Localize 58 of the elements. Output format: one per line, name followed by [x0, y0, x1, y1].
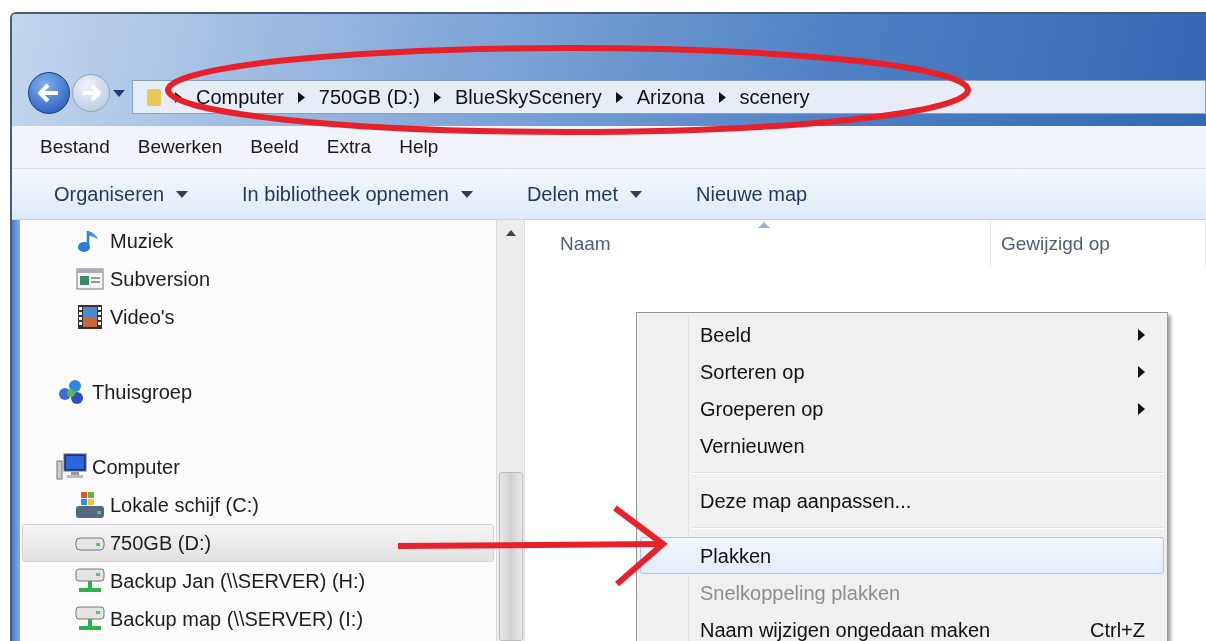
breadcrumb[interactable]: 750GB (D:) — [318, 82, 420, 112]
column-header[interactable]: Naam — [525, 220, 991, 268]
hard-drive-icon — [75, 535, 105, 551]
folder-icon — [147, 86, 161, 108]
submenu-arrow-icon — [1138, 402, 1145, 415]
context-menu-item[interactable]: Beeld — [640, 316, 1164, 353]
navigation-item[interactable]: 750GB (D:) — [22, 524, 494, 562]
context-menu-item[interactable]: Groeperen op — [640, 390, 1164, 427]
breadcrumb-arrow-icon — [297, 91, 305, 103]
scroll-up-arrow-icon — [505, 230, 516, 236]
computer-icon — [56, 453, 88, 481]
breadcrumb-arrow-icon — [615, 91, 623, 103]
menu-bar-item[interactable]: Bestand — [40, 132, 110, 162]
submenu-arrow-icon — [1138, 328, 1145, 341]
toolbar-button[interactable]: Organiseren — [54, 179, 189, 209]
breadcrumb[interactable]: scenery — [739, 82, 810, 112]
drive-with-windows-logo-icon — [75, 491, 105, 519]
toolbar-button[interactable]: Delen met — [526, 179, 643, 209]
toolbar-button[interactable]: Nieuwe map — [696, 179, 808, 209]
breadcrumb[interactable]: Arizona — [636, 82, 705, 112]
context-menu-item[interactable]: Deze map aanpassen... — [640, 482, 1164, 519]
submenu-arrow-icon — [1138, 365, 1145, 378]
film-strip-icon — [77, 304, 103, 330]
back-button[interactable] — [28, 72, 70, 114]
navigation-item[interactable]: Backup map (\\SERVER) (I:) — [22, 600, 494, 638]
menu-bar-item[interactable]: Help — [399, 132, 439, 162]
menu-bar-item[interactable]: Beeld — [250, 132, 299, 162]
breadcrumb[interactable]: Computer — [196, 82, 284, 112]
context-menu-item[interactable]: Vernieuwen — [640, 427, 1164, 464]
caret-icon — [113, 89, 125, 97]
scrollbar[interactable] — [496, 220, 524, 641]
forward-arrow-icon — [81, 84, 101, 102]
navigation-item[interactable]: Subversion — [22, 260, 494, 298]
menu-bar-item[interactable]: Extra — [326, 132, 372, 162]
context-menu-item[interactable]: Naam wijzigen ongedaan maken Ctrl+Z — [640, 611, 1164, 641]
sort-arrow-icon — [757, 222, 770, 228]
column-header[interactable]: Gewijzigd op — [991, 220, 1206, 268]
context-menu-item[interactable]: Sorteren op — [640, 353, 1164, 390]
dropdown-caret-icon — [460, 190, 473, 198]
breadcrumb-arrow-icon — [718, 91, 726, 103]
window-icon — [76, 268, 104, 290]
navigation-item[interactable]: Backup Jan (\\SERVER) (H:) — [22, 562, 494, 600]
navigation-item[interactable]: Thuisgroep — [22, 373, 494, 411]
menu-bar-item[interactable]: Bewerken — [137, 132, 223, 162]
network-drive-icon — [75, 568, 105, 594]
network-drive-icon — [75, 606, 105, 632]
navigation-item[interactable]: Muziek — [22, 222, 494, 260]
breadcrumb-arrow-icon — [433, 91, 441, 103]
navigation-item[interactable]: Lokale schijf (C:) — [22, 486, 494, 524]
navigation-item[interactable]: Video's — [22, 298, 494, 336]
dropdown-caret-icon — [176, 190, 189, 198]
back-arrow-icon — [38, 83, 60, 103]
navigation-item[interactable]: Computer — [22, 448, 494, 486]
scrollbar-thumb[interactable] — [498, 472, 523, 641]
breadcrumb[interactable]: BlueSkyScenery — [454, 82, 602, 112]
toolbar-button[interactable]: In bibliotheek opnemen — [242, 179, 473, 209]
dropdown-caret-icon — [630, 190, 643, 198]
context-menu-item[interactable]: Plakken — [640, 537, 1164, 574]
